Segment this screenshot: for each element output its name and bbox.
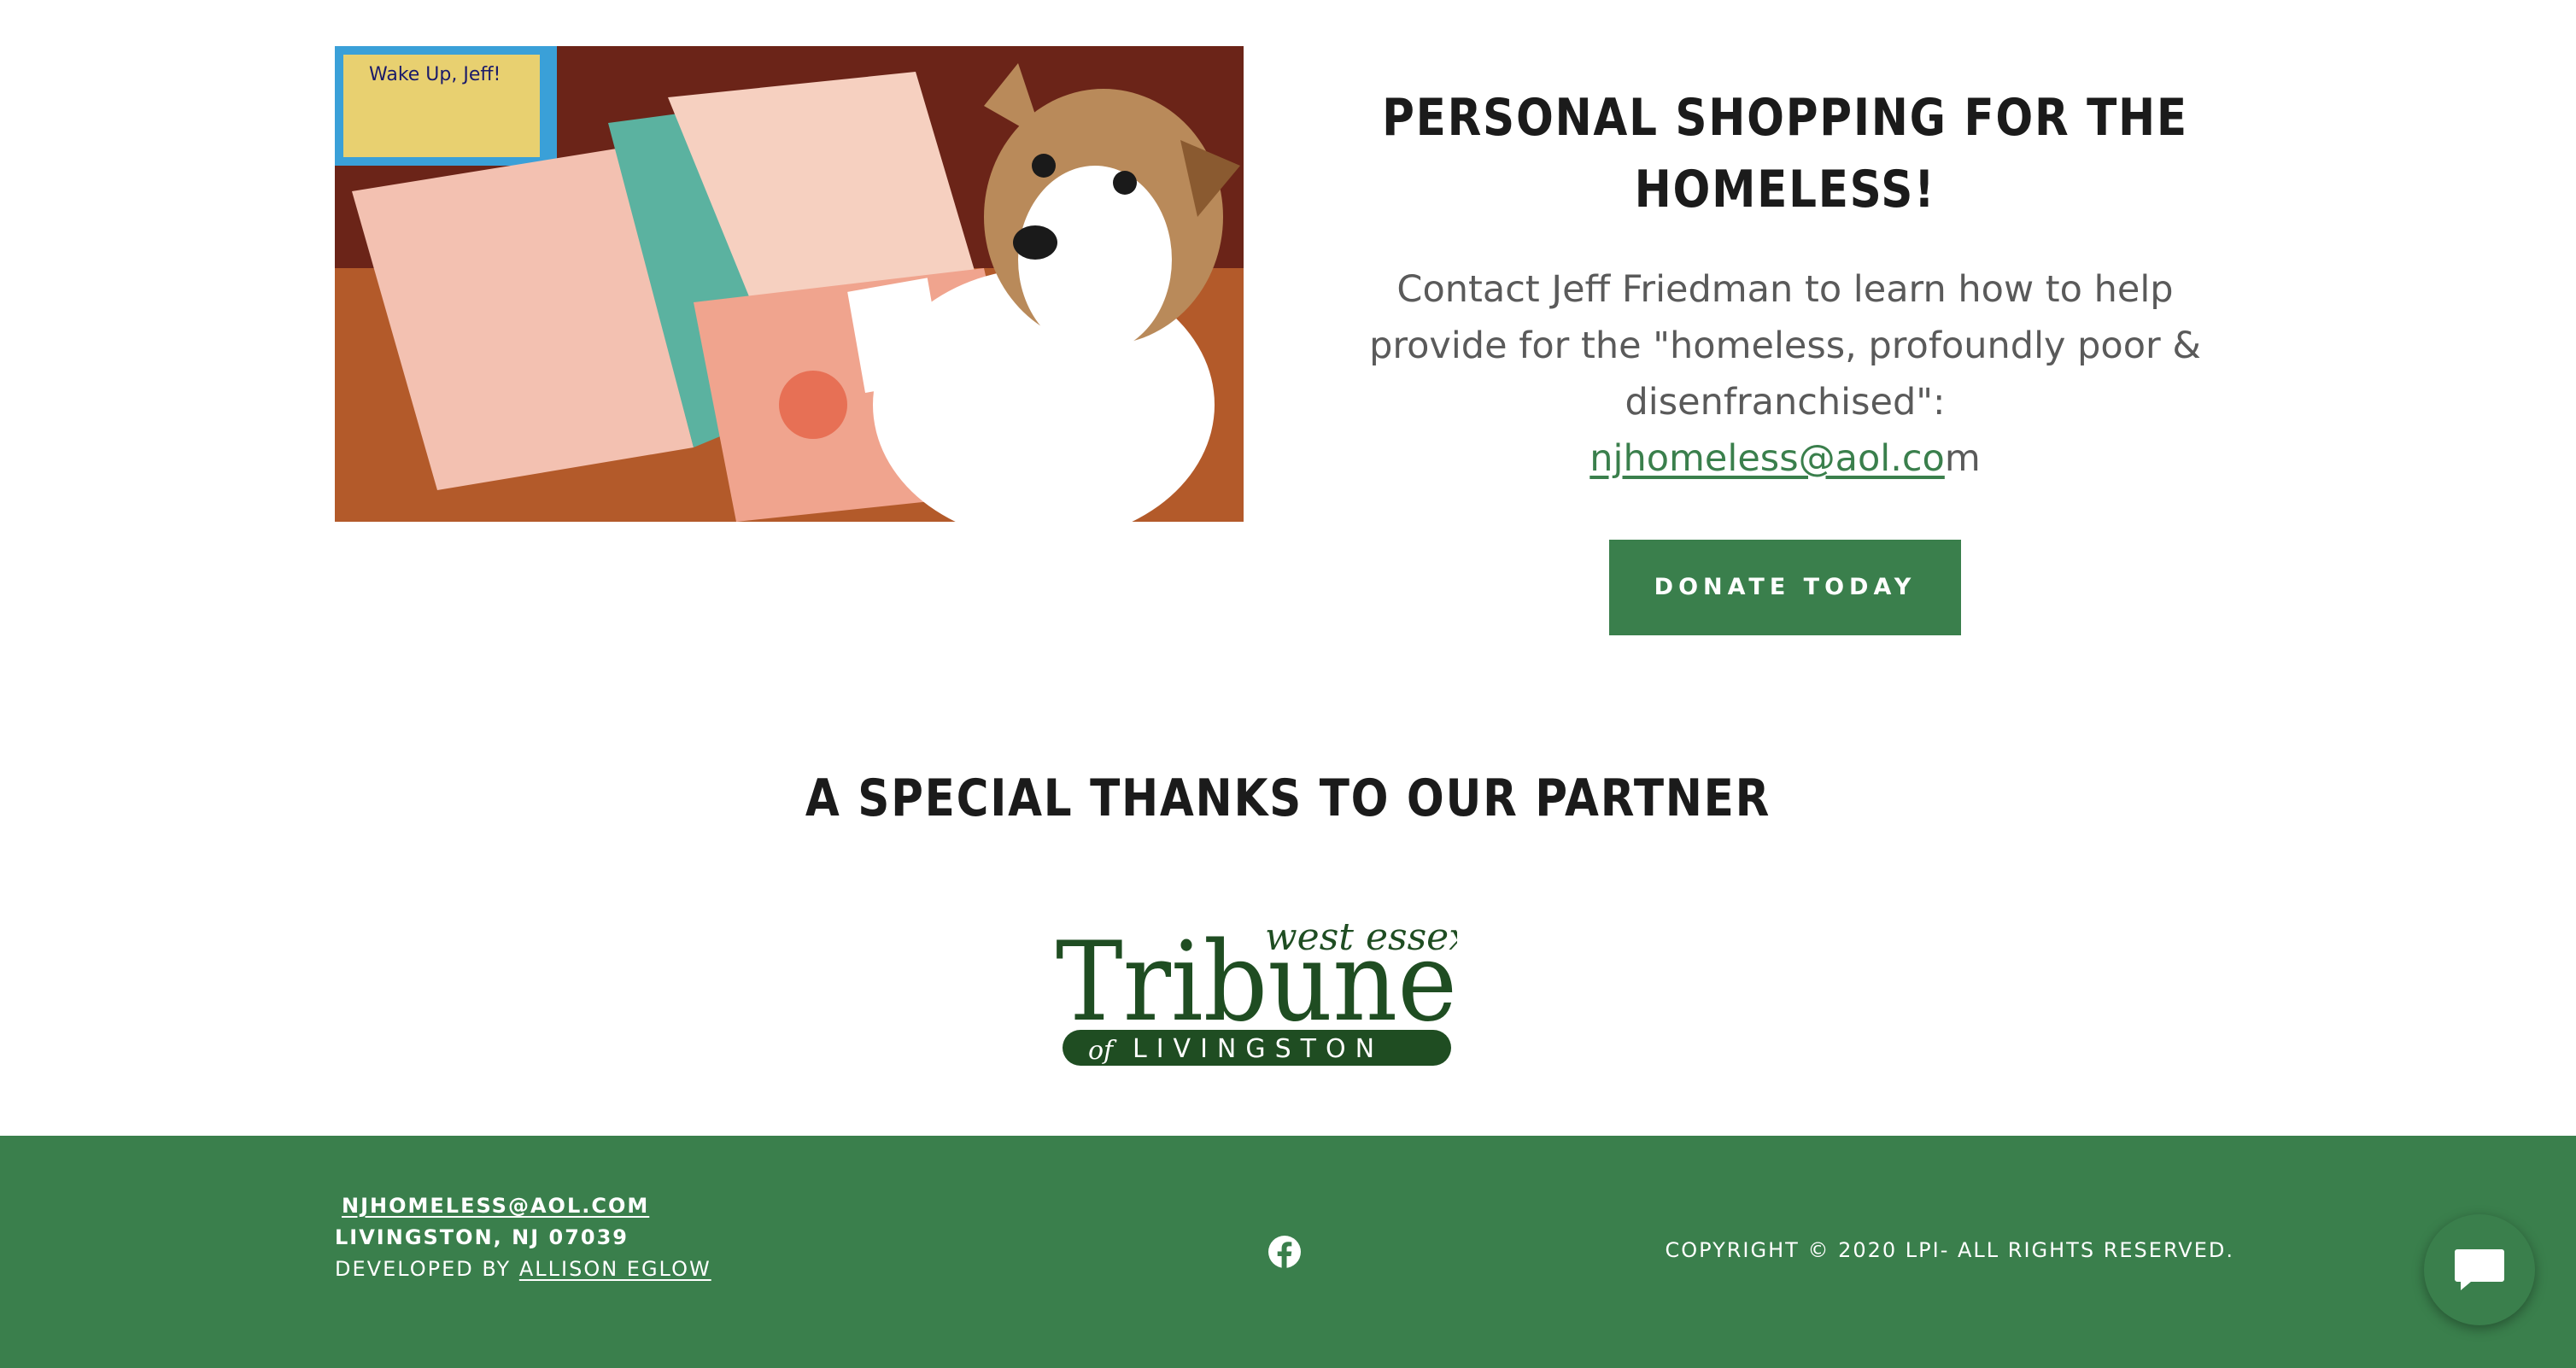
footer: NJHOMELESS@AOL.COM LIVINGSTON, NJ 07039 … xyxy=(0,1136,2576,1368)
promo-description: Contact Jeff Friedman to learn how to he… xyxy=(1369,268,2201,424)
footer-contact: NJHOMELESS@AOL.COM LIVINGSTON, NJ 07039 … xyxy=(335,1190,711,1285)
footer-email-link[interactable]: NJHOMELESS@AOL.COM xyxy=(342,1194,649,1218)
donate-button[interactable]: DONATE TODAY xyxy=(1609,540,1961,635)
footer-copyright: COPYRIGHT © 2020 LPI- ALL RIGHTS RESERVE… xyxy=(1665,1238,2234,1262)
tribune-logo[interactable]: west essex Tribune of LIVINGSTON xyxy=(1056,910,1457,1069)
footer-developed-by: DEVELOPED BY ALLISON EGLOW xyxy=(335,1254,711,1285)
partner-title: A SPECIAL THANKS TO OUR PARTNER xyxy=(805,769,1771,828)
email-link[interactable]: njhomeless@aol.co xyxy=(1590,437,1945,480)
email-suffix: m xyxy=(1944,437,1981,480)
logo-main-text: Tribune xyxy=(1056,919,1457,1046)
chat-button[interactable] xyxy=(2424,1214,2535,1325)
logo-of-text: of xyxy=(1088,1036,1117,1066)
promo-section: PERSONAL SHOPPING FOR THE HOMELESS! Cont… xyxy=(1298,82,2272,635)
developer-link[interactable]: ALLISON EGLOW xyxy=(519,1257,711,1281)
promo-text: Contact Jeff Friedman to learn how to he… xyxy=(1298,261,2272,487)
page: Wake Up, Jeff! PERSONAL SHOPPING FOR THE… xyxy=(0,0,2576,1368)
facebook-icon[interactable] xyxy=(1268,1235,1302,1269)
chat-bubble-icon xyxy=(2455,1249,2504,1290)
book-title-text: Wake Up, Jeff! xyxy=(369,64,501,85)
footer-address: LIVINGSTON, NJ 07039 xyxy=(335,1225,629,1249)
developed-by-label: DEVELOPED BY xyxy=(335,1257,512,1281)
logo-town-text: LIVINGSTON xyxy=(1133,1034,1384,1064)
promo-title: PERSONAL SHOPPING FOR THE HOMELESS! xyxy=(1382,88,2188,219)
clothing-and-dog-photo: Wake Up, Jeff! xyxy=(335,46,1244,522)
